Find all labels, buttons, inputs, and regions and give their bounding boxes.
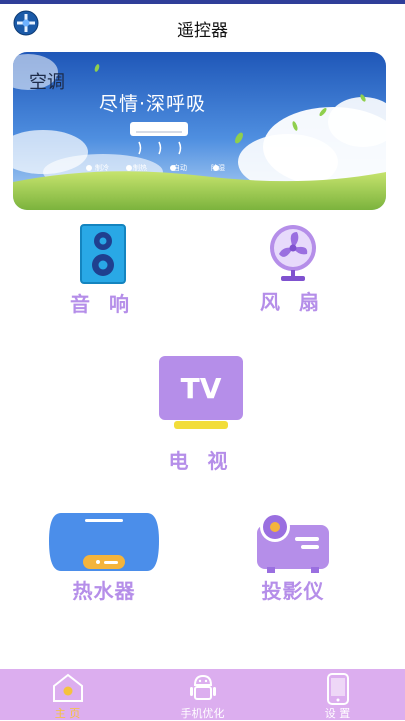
device-label-tv: 电 视	[168, 449, 234, 473]
device-projector[interactable]: 投影仪	[243, 511, 343, 604]
mode-list: 制冷 制热 自动 除湿	[83, 163, 225, 173]
tab-home[interactable]: 主 页	[0, 669, 135, 720]
mode-cool: 制冷	[95, 164, 109, 172]
device-label-projector: 投影仪	[261, 579, 325, 603]
svg-text:TV: TV	[181, 372, 222, 405]
page-title: 遥控器	[177, 21, 228, 41]
projector-icon	[257, 512, 329, 573]
device-label-water-heater: 热水器	[72, 579, 136, 603]
banner-slogan: 尽情·深呼吸	[99, 93, 207, 115]
device-water-heater[interactable]: 热水器	[48, 511, 160, 604]
mode-heat: 制热	[133, 164, 147, 172]
device-speaker[interactable]: 音 响	[55, 224, 150, 317]
air-conditioner-banner[interactable]: 空调 尽情·深呼吸 制冷 制热 自动 除湿	[13, 52, 386, 210]
mode-auto: 自动	[173, 164, 187, 172]
android-icon	[189, 674, 216, 700]
speaker-icon	[79, 224, 126, 284]
device-label-fan: 风 扇	[260, 290, 325, 314]
device-label-speaker: 音 响	[70, 292, 135, 316]
sky-illustration	[13, 52, 386, 210]
water-heater-icon	[49, 513, 159, 571]
mode-dry: 除湿	[211, 164, 225, 172]
phone-icon	[326, 673, 349, 705]
tv-icon: TV	[159, 356, 243, 429]
tab-phone-optimize[interactable]: 手机优化	[135, 669, 270, 720]
fan-icon	[269, 225, 316, 281]
banner-title: 空调	[29, 72, 65, 93]
tab-phone-optimize-label: 手机优化	[180, 707, 225, 720]
bottom-tab-bar: 主 页 手机优化 设 置	[0, 669, 405, 720]
device-fan[interactable]: 风 扇	[245, 224, 340, 315]
tab-settings-label: 设 置	[324, 707, 351, 720]
tab-home-label: 主 页	[54, 707, 81, 720]
app-header: 遥控器	[0, 4, 405, 46]
tab-settings[interactable]: 设 置	[270, 669, 405, 720]
home-icon	[52, 673, 83, 702]
device-tv[interactable]: TV 电 视	[152, 355, 250, 474]
